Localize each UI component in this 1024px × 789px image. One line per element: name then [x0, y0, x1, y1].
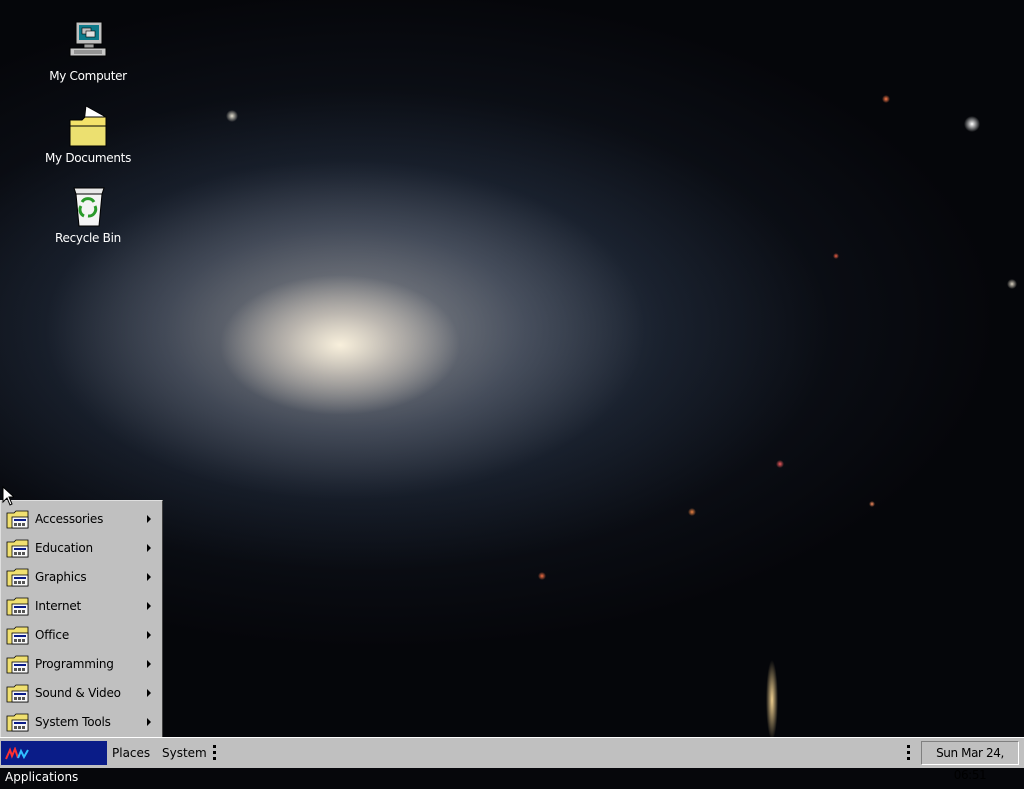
distro-logo-icon	[5, 746, 29, 759]
menu-item-accessories[interactable]: Accessories	[1, 504, 162, 533]
applications-menu: Accessories Education Graphics Internet …	[0, 500, 163, 738]
folder-icon	[6, 655, 29, 673]
submenu-arrow-icon	[147, 660, 151, 668]
folder-icon	[6, 684, 29, 702]
submenu-arrow-icon	[147, 718, 151, 726]
computer-icon	[64, 20, 112, 68]
folder-icon	[6, 510, 29, 528]
submenu-arrow-icon	[147, 544, 151, 552]
menu-item-internet[interactable]: Internet	[1, 591, 162, 620]
folder-icon	[6, 568, 29, 586]
menu-item-sound-video[interactable]: Sound & Video	[1, 678, 162, 707]
desktop-icon-my-documents[interactable]: My Documents	[43, 102, 133, 165]
clock[interactable]: Sun Mar 24, 06:51	[921, 741, 1019, 782]
applications-menu-button[interactable]: Applications	[1, 741, 107, 784]
menu-item-label: Sound & Video	[35, 685, 121, 700]
menu-item-label: Accessories	[35, 511, 104, 526]
menu-item-label: Internet	[35, 598, 82, 613]
menu-item-label: Graphics	[35, 569, 87, 584]
recycle-bin-icon	[64, 182, 112, 230]
desktop-icon-label: My Computer	[49, 69, 127, 83]
menu-item-graphics[interactable]: Graphics	[1, 562, 162, 591]
submenu-arrow-icon	[147, 689, 151, 697]
panel-drag-handle[interactable]	[907, 745, 911, 762]
desktop-icon-label: Recycle Bin	[55, 231, 121, 245]
submenu-arrow-icon	[147, 631, 151, 639]
panel-drag-handle[interactable]	[213, 745, 217, 762]
menu-item-label: Programming	[35, 656, 114, 671]
menu-item-label: Office	[35, 627, 70, 642]
folder-icon	[64, 102, 112, 150]
places-menu-button[interactable]: Places	[108, 741, 154, 765]
submenu-arrow-icon	[147, 602, 151, 610]
mouse-cursor-icon	[2, 486, 14, 506]
desktop-icon-my-computer[interactable]: My Computer	[43, 20, 133, 83]
folder-icon	[6, 597, 29, 615]
menu-item-programming[interactable]: Programming	[1, 649, 162, 678]
folder-icon	[6, 626, 29, 644]
system-menu-button[interactable]: System	[158, 741, 211, 765]
submenu-arrow-icon	[147, 573, 151, 581]
menu-item-label: System Tools	[35, 714, 111, 729]
menu-item-office[interactable]: Office	[1, 620, 162, 649]
menu-item-system-tools[interactable]: System Tools	[1, 707, 162, 736]
taskbar: Applications Places System Sun Mar 24, 0…	[0, 737, 1024, 784]
folder-icon	[6, 539, 29, 557]
folder-icon	[6, 713, 29, 731]
submenu-arrow-icon	[147, 515, 151, 523]
applications-label: Applications	[5, 770, 79, 784]
menu-item-education[interactable]: Education	[1, 533, 162, 562]
desktop-icon-recycle-bin[interactable]: Recycle Bin	[43, 182, 133, 245]
desktop-icon-label: My Documents	[44, 151, 132, 165]
menu-item-label: Education	[35, 540, 93, 555]
